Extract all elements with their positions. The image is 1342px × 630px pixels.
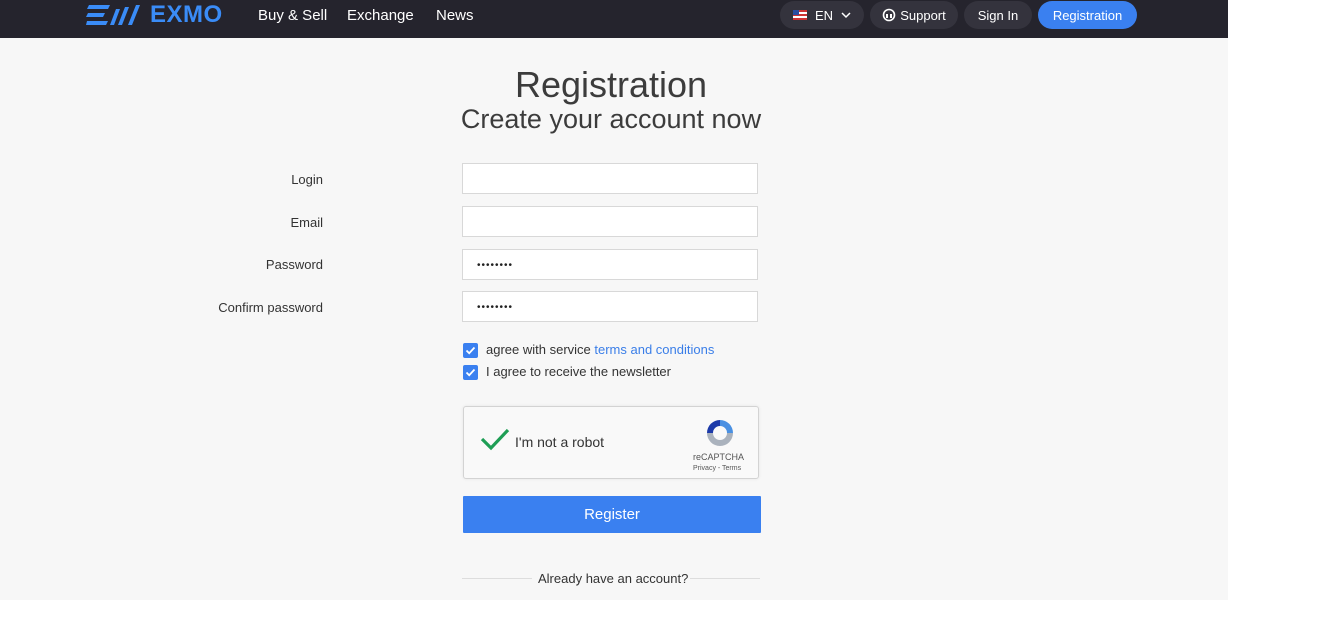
terms-checkbox[interactable] [463, 343, 478, 358]
captcha-check-icon[interactable] [480, 427, 510, 451]
recaptcha-brand: reCAPTCHA [693, 452, 745, 462]
divider-left [462, 578, 532, 579]
checkmark-icon [465, 368, 476, 377]
newsletter-checkbox[interactable] [463, 365, 478, 380]
sign-in-label: Sign In [977, 7, 1019, 23]
register-button-label: Register [584, 506, 640, 523]
registration-nav-label: Registration [1052, 7, 1123, 23]
exmo-logo-icon [86, 5, 140, 25]
recaptcha-logo-icon [707, 420, 733, 446]
terms-link[interactable]: terms and conditions [594, 342, 714, 357]
top-navigation-bar: EXMO Buy & Sell Exchange News EN Support… [0, 0, 1228, 38]
page-subtitle: Create your account now [460, 104, 762, 134]
login-field[interactable] [462, 163, 758, 194]
support-button[interactable]: Support [870, 1, 958, 29]
language-selector[interactable]: EN [780, 1, 864, 29]
brand-name: EXMO [150, 1, 223, 28]
terms-prefix: agree with service [486, 342, 595, 357]
nav-link-news[interactable]: News [436, 7, 474, 24]
already-have-account-link[interactable]: Already have an account? [538, 571, 688, 586]
captcha-label: I'm not a robot [515, 434, 605, 450]
nav-link-buy-sell[interactable]: Buy & Sell [258, 7, 327, 24]
password-field[interactable]: •••••••• [462, 249, 758, 280]
password-label: Password [265, 257, 323, 272]
sign-in-button[interactable]: Sign In [964, 1, 1032, 29]
confirm-password-field[interactable]: •••••••• [462, 291, 758, 322]
login-label: Login [291, 172, 323, 187]
recaptcha-privacy-terms[interactable]: Privacy - Terms [693, 465, 741, 472]
recaptcha-widget[interactable]: I'm not a robot reCAPTCHA Privacy - Term… [463, 406, 759, 479]
checkmark-icon [465, 346, 476, 355]
exmo-logo[interactable]: EXMO [86, 1, 223, 28]
app-window: EXMO Buy & Sell Exchange News EN Support… [0, 0, 1228, 600]
us-flag-icon [792, 10, 807, 20]
email-label: Email [290, 215, 323, 230]
email-field[interactable] [462, 206, 758, 237]
language-label: EN [814, 7, 834, 23]
page-title: Registration [514, 64, 708, 105]
chevron-down-icon [841, 11, 851, 18]
divider-right [690, 578, 760, 579]
headset-icon [882, 8, 896, 22]
support-label: Support [900, 7, 946, 23]
newsletter-text: I agree to receive the newsletter [486, 364, 671, 379]
terms-text: agree with service terms and conditions [486, 342, 714, 357]
confirm-password-label: Confirm password [218, 300, 323, 315]
nav-link-exchange[interactable]: Exchange [347, 7, 414, 24]
register-button[interactable]: Register [463, 496, 761, 533]
registration-nav-button[interactable]: Registration [1038, 1, 1137, 29]
